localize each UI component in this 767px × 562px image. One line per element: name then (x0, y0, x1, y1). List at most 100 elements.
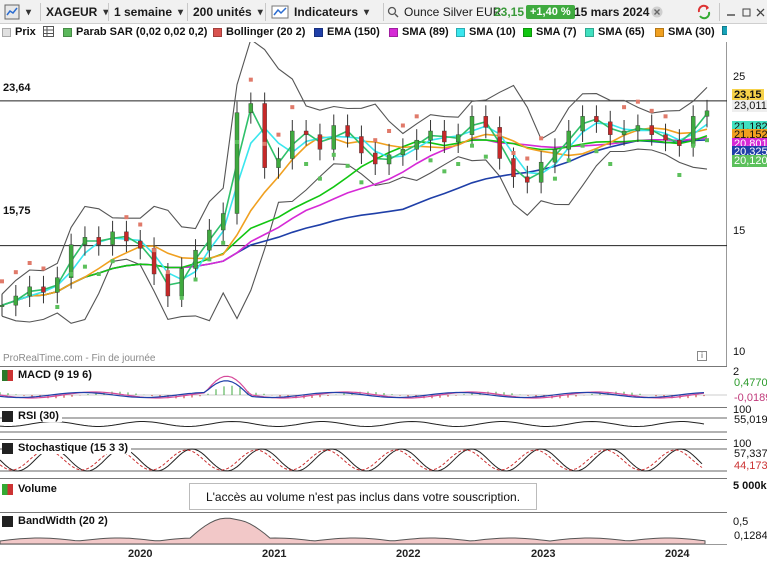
legend-item-bollinger[interactable]: Bollinger (20 2) (213, 26, 305, 38)
candle-body (663, 134, 668, 141)
candle-body (386, 154, 392, 165)
bandwidth-panel[interactable]: BandWidth (20 2) (0, 512, 727, 545)
parabolic-sar-dot (290, 105, 295, 110)
candle-body (151, 248, 157, 275)
stochastic-d-value: 44,173 (732, 460, 767, 472)
rsi-panel[interactable]: RSI (30) (0, 407, 727, 439)
macd-label: MACD (9 19 6) (2, 369, 95, 381)
legend-swatch (585, 27, 594, 37)
legend-item-sma-65[interactable]: SMA (65) (585, 26, 645, 38)
candle-body (414, 139, 419, 150)
rsi-canvas (0, 417, 727, 433)
macd-panel[interactable]: MACD (9 19 6) (0, 366, 727, 407)
legend-item-sma-30[interactable]: SMA (30) (655, 26, 715, 38)
candle-body (400, 149, 406, 156)
legend-item-more[interactable] (722, 26, 727, 35)
candle-body (649, 125, 654, 135)
parabolic-sar-dot (152, 248, 157, 253)
legend-item-sma-10[interactable]: SMA (10) (456, 26, 516, 38)
volume-label: Volume (2, 483, 60, 495)
y-tick-10: 10 (733, 346, 746, 358)
candle-body (193, 249, 198, 269)
parabolic-sar-dot (0, 279, 4, 284)
parabolic-sar-dot (110, 259, 115, 264)
parabolic-sar-dot (345, 163, 350, 168)
stochastic-panel[interactable]: Stochastique (15 3 3) (0, 439, 727, 478)
parabolic-sar-dot (373, 138, 378, 143)
parabolic-sar-dot (594, 149, 599, 154)
legend-item-sma-7[interactable]: SMA (7) (523, 26, 577, 38)
parabolic-sar-dot (470, 143, 474, 148)
legend-item-sma-89[interactable]: SMA (89) (389, 26, 449, 38)
legend-swatch (655, 27, 664, 37)
parabolic-sar-dot (649, 108, 654, 113)
candle-body (124, 231, 129, 242)
legend-label: Parab SAR (0,02 0,02 0,2) (76, 26, 208, 38)
volume-tick: 5 000k (733, 480, 767, 492)
legend-swatch (722, 26, 727, 35)
window-close-icon[interactable] (756, 0, 765, 24)
chevron-down-icon: ▾ (257, 6, 263, 18)
table-icon[interactable] (43, 26, 54, 37)
y-tick-25: 25 (733, 71, 746, 83)
parabolic-sar-dot (235, 140, 239, 144)
parabolic-sar-dot (456, 162, 461, 166)
candle-body (511, 158, 516, 178)
legend-label: SMA (30) (668, 26, 715, 38)
candle-body (55, 277, 60, 293)
parabolic-sar-dot (221, 240, 226, 245)
legend-item-parab-sar[interactable]: Parab SAR (0,02 0,02 0,2) (63, 26, 207, 38)
parabolic-sar-dot (138, 222, 143, 227)
parabolic-sar-dot (248, 77, 253, 82)
candle-body (677, 139, 682, 146)
symbol-selector[interactable]: XAGEUR ▾ (46, 0, 108, 24)
symbol-label: XAGEUR (46, 5, 98, 19)
window-restore-icon[interactable] (742, 0, 752, 24)
legend-item-prix[interactable]: Prix (2, 26, 36, 38)
candle-body (469, 116, 475, 135)
info-icon[interactable]: i (697, 351, 707, 361)
parabolic-sar-dot (331, 152, 336, 157)
indicators-icon (271, 5, 289, 19)
legend-swatch (2, 27, 11, 37)
candle-body (41, 286, 46, 293)
price-level-lower: 15,75 (0, 205, 34, 217)
legend-swatch (314, 27, 323, 37)
refresh-icon[interactable] (695, 0, 713, 24)
units-selector[interactable]: 200 unités ▾ (193, 0, 263, 24)
candle-body (27, 286, 32, 297)
close-icon[interactable] (651, 0, 663, 24)
search-icon[interactable] (387, 0, 399, 24)
parabolic-sar-dot (41, 266, 46, 271)
parabolic-sar-dot (622, 105, 627, 110)
parabolic-sar-dot (165, 270, 170, 275)
x-tick-2020: 2020 (128, 548, 153, 560)
legend-swatch (63, 27, 72, 37)
units-label: 200 unités (193, 5, 252, 19)
legend-item-ema-150[interactable]: EMA (150) (314, 26, 380, 38)
bandwidth-title: BandWidth (20 2) (18, 515, 108, 527)
window-minimize-icon[interactable] (726, 0, 736, 24)
legend-label: SMA (89) (402, 26, 449, 38)
watermark: ProRealTime.com - Fin de journée (3, 353, 156, 364)
parabolic-sar-dot (262, 141, 267, 146)
legend-swatch (523, 27, 532, 37)
candle-body (0, 304, 5, 307)
candle-body (110, 231, 115, 245)
parabolic-sar-dot (96, 272, 101, 276)
stochastic-label: Stochastique (15 3 3) (2, 442, 132, 454)
bandwidth-icon (2, 515, 13, 527)
candle-body (566, 130, 571, 150)
legend-label: SMA (65) (598, 26, 645, 38)
candle-body (179, 268, 184, 297)
timeframe-selector[interactable]: 1 semaine ▾ (114, 0, 183, 24)
parabolic-sar-dot (428, 158, 433, 163)
candle-body (345, 125, 350, 137)
price-chart[interactable]: 23,64 15,75 (0, 38, 727, 366)
price-level-upper: 23,64 (0, 82, 34, 94)
indicators-button[interactable]: Indicateurs ▾ (271, 0, 369, 24)
legend-label: EMA (150) (327, 26, 380, 38)
chart-settings-icon[interactable]: ▾ (4, 0, 31, 24)
instrument-name: Ounce Silver EUR (404, 5, 502, 19)
candle-body (608, 121, 613, 135)
